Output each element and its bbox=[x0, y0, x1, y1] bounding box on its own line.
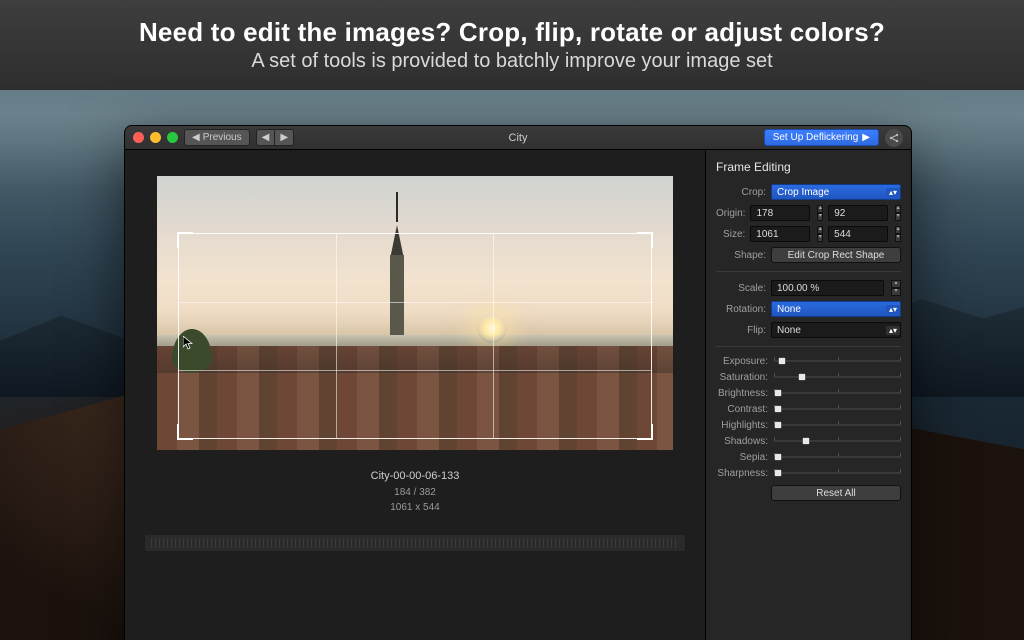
size-label: Size: bbox=[716, 229, 745, 240]
scale-stepper[interactable]: ▴▾ bbox=[891, 280, 901, 296]
scale-label: Scale: bbox=[716, 283, 766, 294]
setup-deflickering-label: Set Up Deflickering bbox=[773, 132, 859, 143]
origin-y-stepper[interactable]: ▴▾ bbox=[895, 205, 901, 221]
share-button[interactable] bbox=[885, 129, 903, 147]
origin-y-field[interactable]: 92 bbox=[828, 205, 888, 221]
chevron-updown-icon: ▴▾ bbox=[886, 188, 900, 197]
app-window: ◀Previous ◀ ▶ City Set Up Deflickering▶ bbox=[125, 126, 911, 640]
promo-headline: Need to edit the images? Crop, flip, rot… bbox=[139, 17, 885, 48]
titlebar: ◀Previous ◀ ▶ City Set Up Deflickering▶ bbox=[125, 126, 911, 150]
next-frame-button[interactable]: ▶ bbox=[275, 129, 294, 146]
promo-banner: Need to edit the images? Crop, flip, rot… bbox=[0, 0, 1024, 90]
size-w-stepper[interactable]: ▴▾ bbox=[817, 226, 823, 242]
flip-label: Flip: bbox=[716, 325, 766, 336]
sepia-slider-row: Sepia: bbox=[716, 451, 901, 463]
cursor-icon bbox=[183, 336, 193, 350]
crop-handle-tl[interactable] bbox=[177, 232, 193, 248]
crop-mode-select[interactable]: Crop Image ▴▾ bbox=[771, 184, 901, 200]
zoom-icon[interactable] bbox=[167, 132, 178, 143]
contrast-label: Contrast: bbox=[716, 404, 768, 415]
back-button[interactable]: ◀Previous bbox=[184, 129, 250, 146]
setup-deflickering-button[interactable]: Set Up Deflickering▶ bbox=[764, 129, 879, 146]
frame-index: 184 / 382 bbox=[371, 485, 460, 500]
sepia-slider[interactable] bbox=[774, 451, 901, 463]
highlights-label: Highlights: bbox=[716, 420, 768, 431]
crop-handle-br[interactable] bbox=[637, 424, 653, 440]
sidebar: Frame Editing Crop: Crop Image ▴▾ Origin… bbox=[705, 150, 911, 640]
sharpness-label: Sharpness: bbox=[716, 468, 768, 479]
nav-segment: ◀ ▶ bbox=[256, 129, 294, 146]
shape-label: Shape: bbox=[716, 250, 766, 261]
saturation-label: Saturation: bbox=[716, 372, 768, 383]
exposure-label: Exposure: bbox=[716, 356, 768, 367]
crop-handle-tr[interactable] bbox=[637, 232, 653, 248]
size-h-stepper[interactable]: ▴▾ bbox=[895, 226, 901, 242]
crop-mode-value: Crop Image bbox=[777, 187, 829, 198]
brightness-slider-row: Brightness: bbox=[716, 387, 901, 399]
rotation-label: Rotation: bbox=[716, 304, 766, 315]
file-name: City-00-00-06-133 bbox=[371, 468, 460, 485]
crop-label: Crop: bbox=[716, 187, 766, 198]
contrast-slider-row: Contrast: bbox=[716, 403, 901, 415]
reset-all-button[interactable]: Reset All bbox=[771, 485, 901, 501]
crop-handle-bl[interactable] bbox=[177, 424, 193, 440]
edit-crop-shape-button[interactable]: Edit Crop Rect Shape bbox=[771, 247, 901, 263]
flip-select[interactable]: None ▴▾ bbox=[771, 322, 901, 338]
shadows-label: Shadows: bbox=[716, 436, 768, 447]
prev-frame-button[interactable]: ◀ bbox=[256, 129, 276, 146]
highlights-slider-row: Highlights: bbox=[716, 419, 901, 431]
highlights-slider[interactable] bbox=[774, 419, 901, 431]
rotation-select[interactable]: None ▴▾ bbox=[771, 301, 901, 317]
timeline[interactable] bbox=[145, 535, 685, 551]
file-info: City-00-00-06-133 184 / 382 1061 x 544 bbox=[371, 468, 460, 515]
origin-label: Origin: bbox=[716, 208, 745, 219]
size-h-field[interactable]: 544 bbox=[828, 226, 888, 242]
saturation-slider[interactable] bbox=[774, 371, 901, 383]
chevron-updown-icon: ▴▾ bbox=[886, 305, 900, 314]
brightness-label: Brightness: bbox=[716, 388, 768, 399]
sepia-label: Sepia: bbox=[716, 452, 768, 463]
exposure-slider-row: Exposure: bbox=[716, 355, 901, 367]
minimize-icon[interactable] bbox=[150, 132, 161, 143]
exposure-slider[interactable] bbox=[774, 355, 901, 367]
preview-image[interactable] bbox=[157, 176, 673, 450]
scale-field[interactable]: 100.00 % bbox=[771, 280, 884, 296]
canvas-area: City-00-00-06-133 184 / 382 1061 x 544 bbox=[125, 150, 705, 640]
close-icon[interactable] bbox=[133, 132, 144, 143]
shadows-slider-row: Shadows: bbox=[716, 435, 901, 447]
shadows-slider[interactable] bbox=[774, 435, 901, 447]
sharpness-slider-row: Sharpness: bbox=[716, 467, 901, 479]
sharpness-slider[interactable] bbox=[774, 467, 901, 479]
promo-subline: A set of tools is provided to batchly im… bbox=[251, 50, 772, 73]
brightness-slider[interactable] bbox=[774, 387, 901, 399]
origin-x-field[interactable]: 178 bbox=[750, 205, 810, 221]
panel-heading: Frame Editing bbox=[716, 160, 901, 174]
window-controls bbox=[133, 132, 178, 143]
origin-x-stepper[interactable]: ▴▾ bbox=[817, 205, 823, 221]
crop-rect[interactable] bbox=[179, 234, 651, 438]
chevron-updown-icon: ▴▾ bbox=[886, 326, 900, 335]
size-w-field[interactable]: 1061 bbox=[750, 226, 810, 242]
saturation-slider-row: Saturation: bbox=[716, 371, 901, 383]
back-button-label: Previous bbox=[203, 132, 242, 143]
contrast-slider[interactable] bbox=[774, 403, 901, 415]
frame-dimensions: 1061 x 544 bbox=[371, 500, 460, 515]
